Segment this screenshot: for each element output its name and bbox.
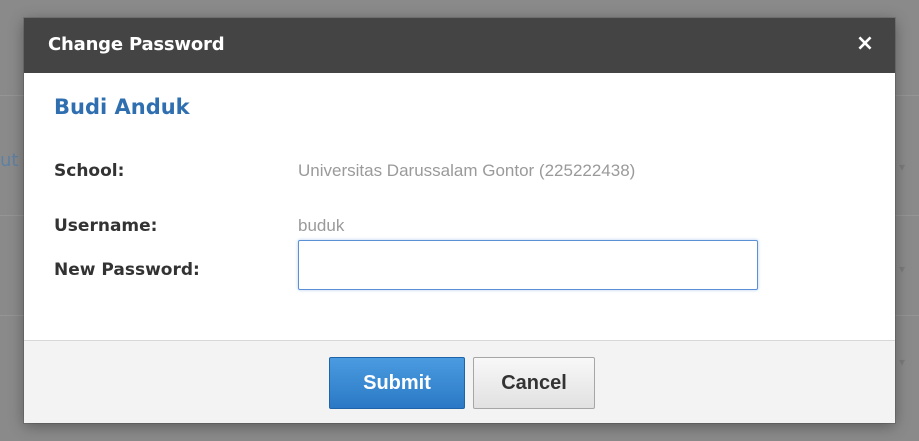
username-value: buduk — [298, 216, 345, 235]
dialog-content: Budi Anduk School: Universitas Darussala… — [24, 73, 895, 340]
background-page-text-fragment: ut — [0, 150, 19, 171]
change-password-dialog: Change Password × Budi Anduk School: Uni… — [24, 18, 895, 423]
dialog-titlebar: Change Password × — [24, 18, 895, 73]
dialog-footer: Submit Cancel — [24, 340, 895, 423]
chevron-down-icon: ▾ — [898, 355, 905, 369]
chevron-down-icon: ▾ — [898, 262, 905, 276]
new-password-label: New Password: — [54, 260, 200, 280]
chevron-down-icon: ▾ — [898, 160, 905, 174]
submit-button[interactable]: Submit — [329, 357, 465, 409]
cancel-button[interactable]: Cancel — [473, 357, 595, 409]
new-password-input[interactable] — [298, 240, 758, 290]
user-full-name: Budi Anduk — [54, 95, 190, 119]
close-icon[interactable]: × — [853, 32, 877, 56]
dialog-title: Change Password — [48, 34, 225, 55]
school-value: Universitas Darussalam Gontor (225222438… — [298, 161, 636, 180]
username-label: Username: — [54, 216, 158, 236]
school-label: School: — [54, 161, 125, 181]
screen: ut ▾ ▾ ▾ Change Password × Budi Anduk Sc… — [0, 0, 919, 441]
